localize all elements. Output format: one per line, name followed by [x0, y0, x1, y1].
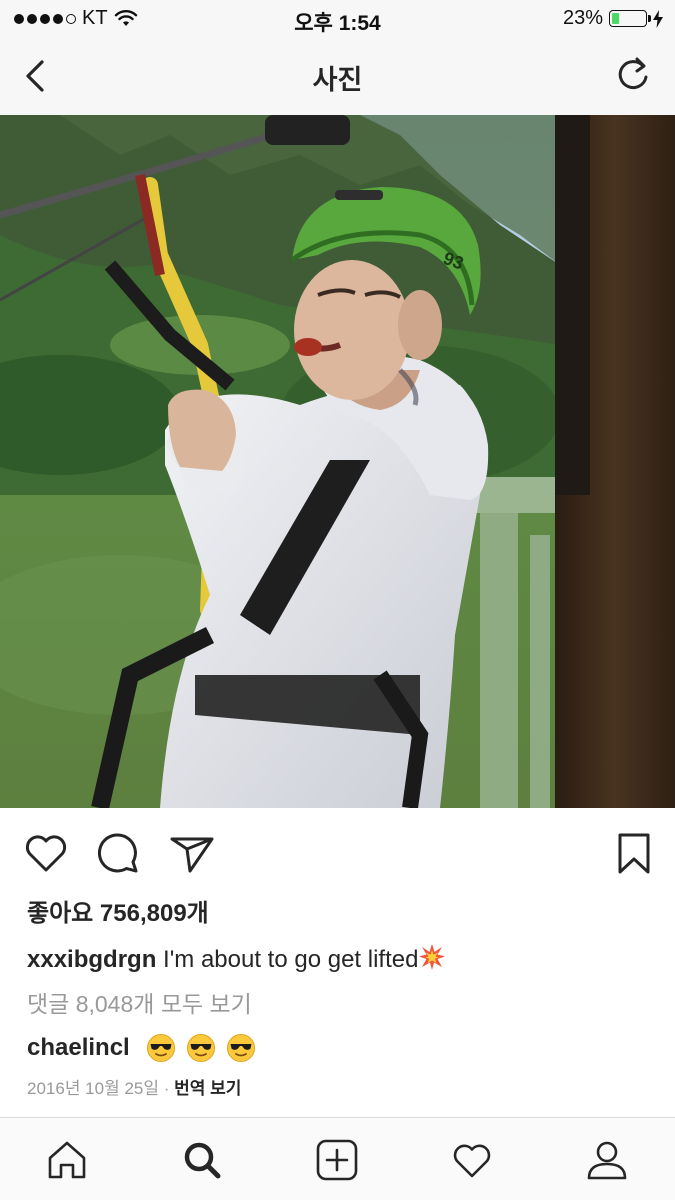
translate-link[interactable]: 번역 보기 [174, 1079, 241, 1098]
post-caption: xxxibgdrgn I'm about to go get lifted [27, 943, 446, 974]
collision-emoji-icon [419, 944, 446, 970]
battery-icon [609, 10, 651, 27]
meta-separator: · [163, 1079, 170, 1098]
sunglasses-face-emoji [226, 1034, 255, 1062]
instagram-photo-screen: KT 오후 1:54 23% 사진 93 좋아요 756,809개 xxxibg… [0, 0, 675, 1200]
post-photo[interactable]: 93 [0, 115, 675, 808]
battery-fill [612, 13, 619, 24]
charging-bolt-icon [653, 9, 663, 28]
caption-text: I'm about to go get lifted [163, 946, 419, 973]
home-icon[interactable] [45, 1138, 89, 1182]
post-meta: 2016년 10월 25일 · 번역 보기 [27, 1074, 241, 1099]
sunglasses-face-emoji [146, 1034, 175, 1062]
nav-bar: 사진 [0, 38, 675, 116]
battery-percent: 23% [562, 7, 603, 29]
post-actions [0, 815, 675, 890]
comment-icon[interactable] [95, 829, 143, 877]
activity-heart-icon[interactable] [450, 1138, 494, 1182]
caption-username[interactable]: xxxibgdrgn [27, 946, 156, 973]
page-title: 사진 [312, 65, 363, 95]
search-icon[interactable] [180, 1138, 224, 1182]
tab-bar [0, 1117, 675, 1200]
post-date: 2016년 10월 25일 [27, 1079, 160, 1098]
comment-username[interactable]: chaelincl [27, 1034, 130, 1062]
send-icon[interactable] [168, 829, 216, 877]
profile-icon[interactable] [585, 1138, 629, 1182]
heart-icon[interactable] [22, 829, 70, 877]
add-post-icon[interactable] [315, 1138, 359, 1182]
status-right: 23% [563, 7, 663, 30]
view-all-comments-link[interactable]: 댓글 8,048개 모두 보기 [27, 985, 252, 1019]
bookmark-icon[interactable] [610, 829, 658, 877]
likes-count[interactable]: 좋아요 756,809개 [27, 893, 209, 928]
comment-row: chaelincl [27, 1033, 256, 1063]
refresh-icon[interactable] [613, 55, 653, 95]
status-bar: KT 오후 1:54 23% [0, 0, 675, 38]
sunglasses-face-emoji [186, 1034, 215, 1062]
